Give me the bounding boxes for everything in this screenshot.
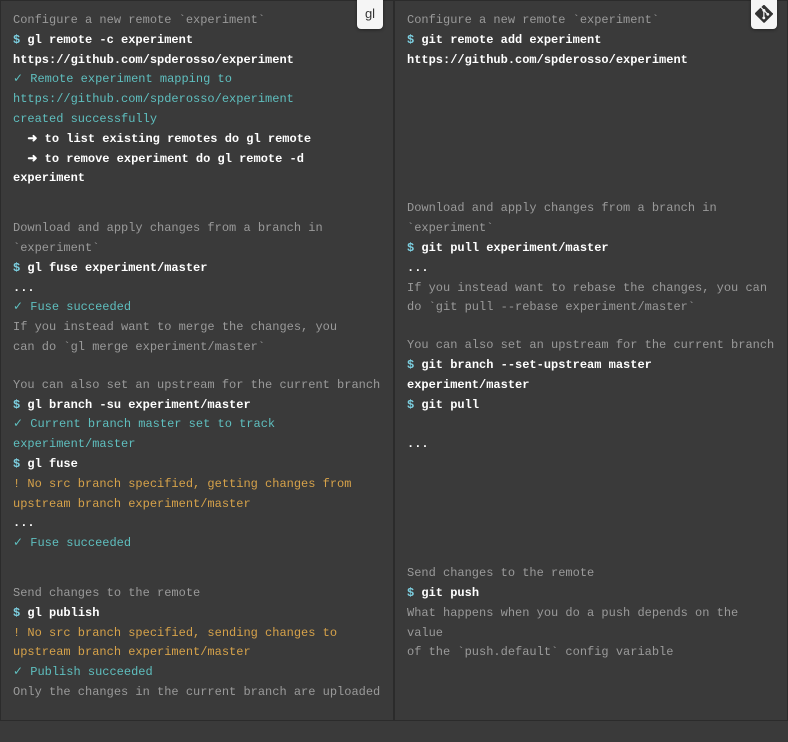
git-block-upstream: You can also set an upstream for the cur… <box>407 336 775 534</box>
prompt: $ <box>13 261 20 275</box>
prompt: $ <box>407 586 414 600</box>
prompt: $ <box>13 606 20 620</box>
success-line: created successfully <box>13 110 381 130</box>
success-line: ✓ Fuse succeeded <box>13 298 381 318</box>
command-line: $ git remote add experiment <box>407 31 775 51</box>
hint: If you instead want to rebase the change… <box>407 279 775 299</box>
description: Download and apply changes from a branch… <box>13 219 381 239</box>
ellipsis: ... <box>13 514 381 534</box>
prompt: $ <box>13 33 20 47</box>
gl-column: gl Configure a new remote `experiment` $… <box>0 0 394 721</box>
command-line: $ gl publish <box>13 604 381 624</box>
cmd: gl fuse experiment/master <box>27 261 207 275</box>
cmd: gl publish <box>27 606 99 620</box>
description: Send changes to the remote <box>407 564 775 584</box>
command-line: $ git pull <box>407 396 775 416</box>
hint: What happens when you do a push depends … <box>407 604 775 644</box>
description: You can also set an upstream for the cur… <box>13 376 381 396</box>
success-line: ✓ Remote experiment mapping to <box>13 70 381 90</box>
cmd: git pull experiment/master <box>421 241 608 255</box>
git-badge <box>751 0 777 29</box>
ellipsis: ... <box>13 279 381 299</box>
git-column: Configure a new remote `experiment` $ gi… <box>394 0 788 721</box>
hint: Only the changes in the current branch a… <box>13 683 381 703</box>
success-line: https://github.com/spderosso/experiment <box>13 90 381 110</box>
cmd: git pull <box>421 398 479 412</box>
success-line: ✓ Current branch master set to track <box>13 415 381 435</box>
success-line: ✓ Fuse succeeded <box>13 534 381 554</box>
hint-line: ➜ to remove experiment do gl remote -d e… <box>13 150 381 190</box>
git-block-pull: Download and apply changes from a branch… <box>407 199 775 534</box>
gl-block-upstream: You can also set an upstream for the cur… <box>13 376 381 554</box>
prompt: $ <box>407 241 414 255</box>
description: `experiment` <box>407 219 775 239</box>
hint: of the `push.default` config variable <box>407 643 775 663</box>
hint: If you instead want to merge the changes… <box>13 318 381 338</box>
cmd: git push <box>421 586 479 600</box>
gl-badge-label: gl <box>365 3 375 24</box>
command-line: $ gl remote -c experiment <box>13 31 381 51</box>
hint: can do `gl merge experiment/master` <box>13 338 381 358</box>
prompt: $ <box>407 33 414 47</box>
git-block-remote: Configure a new remote `experiment` $ gi… <box>407 11 775 169</box>
warn-line: ! No src branch specified, getting chang… <box>13 475 381 495</box>
command-line: $ git push <box>407 584 775 604</box>
git-block-push: Send changes to the remote $ git push Wh… <box>407 564 775 663</box>
cmd: gl branch -su experiment/master <box>27 398 250 412</box>
command-line: $ gl branch -su experiment/master <box>13 396 381 416</box>
description: Download and apply changes from a branch… <box>407 199 775 219</box>
command-line: $ gl fuse <box>13 455 381 475</box>
cmd: gl remote -c experiment <box>27 33 193 47</box>
cmd-cont: https://github.com/spderosso/experiment <box>13 51 381 71</box>
gl-block-fuse: Download and apply changes from a branch… <box>13 219 381 554</box>
gl-block-publish: Send changes to the remote $ gl publish … <box>13 584 381 703</box>
ellipsis: ... <box>407 259 775 279</box>
command-line: $ git branch --set-upstream master exper… <box>407 356 775 396</box>
cmd: git remote add experiment <box>421 33 601 47</box>
description: Configure a new remote `experiment` <box>407 11 775 31</box>
command-line: $ gl fuse experiment/master <box>13 259 381 279</box>
gl-badge: gl <box>357 0 383 29</box>
cmd: gl fuse <box>27 457 77 471</box>
description: Configure a new remote `experiment` <box>13 11 381 31</box>
success-line: ✓ Publish succeeded <box>13 663 381 683</box>
prompt: $ <box>407 358 414 372</box>
success-line: experiment/master <box>13 435 381 455</box>
cmd-cont: https://github.com/spderosso/experiment <box>407 51 775 71</box>
git-icon <box>755 5 773 23</box>
description: Send changes to the remote <box>13 584 381 604</box>
hint: do `git pull --rebase experiment/master` <box>407 298 775 318</box>
prompt: $ <box>407 398 414 412</box>
prompt: $ <box>13 398 20 412</box>
warn-line: upstream branch experiment/master <box>13 495 381 515</box>
description: `experiment` <box>13 239 381 259</box>
prompt: $ <box>13 457 20 471</box>
ellipsis: ... <box>407 435 775 455</box>
hint-line: ➜ to list existing remotes do gl remote <box>13 130 381 150</box>
gl-block-remote: Configure a new remote `experiment` $ gl… <box>13 11 381 189</box>
warn-line: upstream branch experiment/master <box>13 643 381 663</box>
description: You can also set an upstream for the cur… <box>407 336 775 356</box>
warn-line: ! No src branch specified, sending chang… <box>13 624 381 644</box>
command-line: $ git pull experiment/master <box>407 239 775 259</box>
cmd: git branch --set-upstream master experim… <box>407 358 659 392</box>
